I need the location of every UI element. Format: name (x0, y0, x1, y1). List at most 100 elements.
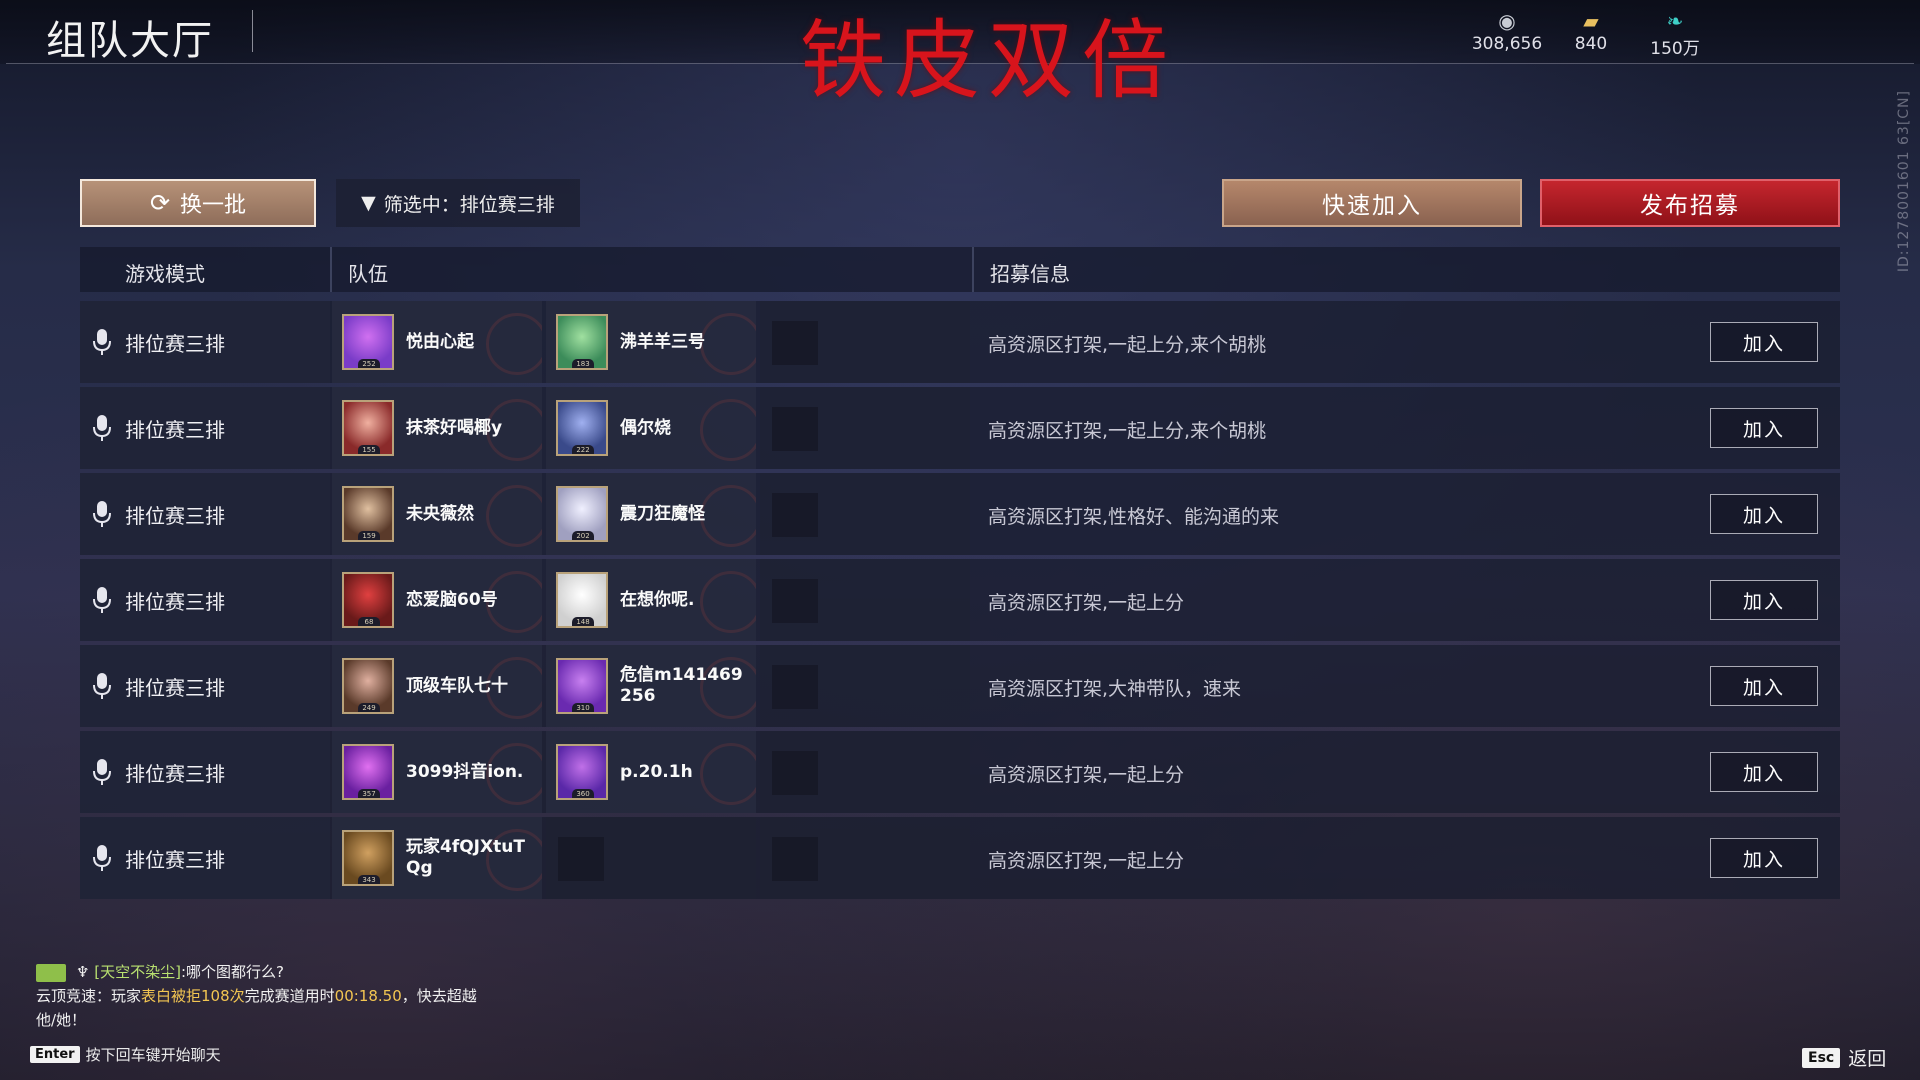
avatar[interactable]: 222 (556, 400, 608, 456)
mode-cell: 排位赛三排 (80, 645, 330, 727)
enter-key: Enter (30, 1046, 80, 1063)
empty-slot-placeholder (772, 321, 818, 365)
team-member-slot[interactable]: 183 沸羊羊三号 (546, 301, 756, 383)
avatar[interactable]: 68 (342, 572, 394, 628)
currency-value: 150万 (1650, 39, 1700, 59)
table-row: 排位赛三排 249 顶级车队七十 310 危信m141469256 高资源区打架… (80, 645, 1840, 727)
system-text: 完成赛道用时 (244, 987, 335, 1005)
level-badge: 202 (572, 531, 594, 540)
empty-slot-placeholder (558, 837, 604, 881)
team-member-slot[interactable]: 68 恋爱脑60号 (332, 559, 542, 641)
microphone-icon (93, 673, 111, 699)
join-button[interactable]: 加入 (1710, 322, 1818, 362)
empty-slot (546, 817, 756, 899)
player-name: 沸羊羊三号 (620, 331, 705, 352)
player-name: 抹茶好喝椰y (406, 417, 503, 438)
refresh-button[interactable]: ⟳ 换一批 (80, 179, 316, 227)
level-badge: 343 (358, 875, 380, 884)
filter-icon: ▼ (361, 192, 376, 214)
recruit-info: 高资源区打架,一起上分 (988, 764, 1185, 786)
level-badge: 155 (358, 445, 380, 454)
level-badge: 249 (358, 703, 380, 712)
currency-value: 308,656 (1471, 34, 1543, 54)
team-member-slot[interactable]: 357 3099抖音ion. (332, 731, 542, 813)
avatar[interactable]: 343 (342, 830, 394, 886)
empty-slot-placeholder (772, 493, 818, 537)
chat-line: ♆ [天空不染尘]:哪个图都行么? (36, 960, 496, 984)
mode-label: 排位赛三排 (125, 590, 225, 614)
team-member-slot[interactable]: 310 危信m141469256 (546, 645, 756, 727)
team-member-slot[interactable]: 249 顶级车队七十 (332, 645, 542, 727)
join-button[interactable]: 加入 (1710, 838, 1818, 878)
join-button[interactable]: 加入 (1710, 752, 1818, 792)
page-title: 组队大厅 (46, 18, 214, 64)
recruit-info: 高资源区打架,性格好、能沟通的来 (988, 506, 1280, 528)
join-button[interactable]: 加入 (1710, 580, 1818, 620)
avatar[interactable]: 357 (342, 744, 394, 800)
world-channel-icon (36, 963, 66, 982)
empty-slot (760, 301, 970, 383)
mode-label: 排位赛三排 (125, 418, 225, 442)
level-badge: 183 (572, 359, 594, 368)
player-name: 3099抖音ion. (406, 761, 524, 782)
refresh-icon: ⟳ (149, 189, 171, 217)
empty-slot-placeholder (772, 579, 818, 623)
empty-slot-placeholder (772, 751, 818, 795)
team-member-slot[interactable]: 343 玩家4fQJXtuTQg (332, 817, 542, 899)
header-mode: 游戏模式 (125, 262, 205, 286)
join-button[interactable]: 加入 (1710, 666, 1818, 706)
recruit-info: 高资源区打架,一起上分 (988, 850, 1185, 872)
currency-coins: ◉ 308,656 (1462, 10, 1552, 54)
player-id-label: ID:1278001601 63[CN] (1896, 90, 1912, 273)
avatar[interactable]: 159 (342, 486, 394, 542)
system-message: 云顶竞速：玩家表白被拒108次完成赛道用时00:18.50，快去超越他/她！ (36, 984, 496, 1032)
avatar[interactable]: 148 (556, 572, 608, 628)
currency-feathers: ❧ 150万 (1630, 10, 1720, 59)
avatar[interactable]: 183 (556, 314, 608, 370)
mode-cell: 排位赛三排 (80, 473, 330, 555)
chat-hint[interactable]: Enter 按下回车键开始聊天 (30, 1044, 221, 1065)
player-name: p.20.1h (620, 761, 693, 782)
avatar[interactable]: 310 (556, 658, 608, 714)
empty-slot (760, 559, 970, 641)
filter-label: 筛选中：排位赛三排 (383, 193, 555, 216)
post-recruit-button[interactable]: 发布招募 (1540, 179, 1840, 227)
filter-button[interactable]: ▼ 筛选中：排位赛三排 (336, 179, 580, 227)
stream-watermark: 铁皮双倍 (800, 11, 1176, 111)
microphone-icon (93, 587, 111, 613)
table-row: 排位赛三排 252 悦由心起 183 沸羊羊三号 高资源区打架,一起上分,来个胡… (80, 301, 1840, 383)
system-highlight: 表白被拒108次 (141, 987, 245, 1005)
team-member-slot[interactable]: 252 悦由心起 (332, 301, 542, 383)
team-member-slot[interactable]: 159 未央薇然 (332, 473, 542, 555)
mode-label: 排位赛三排 (125, 504, 225, 528)
join-button[interactable]: 加入 (1710, 494, 1818, 534)
back-label: 返回 (1848, 1048, 1887, 1070)
mode-label: 排位赛三排 (125, 762, 225, 786)
avatar[interactable]: 360 (556, 744, 608, 800)
level-badge: 357 (358, 789, 380, 798)
quick-join-button[interactable]: 快速加入 (1222, 179, 1522, 227)
team-member-slot[interactable]: 202 震刀狂魔怪 (546, 473, 756, 555)
team-member-slot[interactable]: 155 抹茶好喝椰y (332, 387, 542, 469)
team-icon: ♆ (76, 963, 95, 981)
header-divider (330, 247, 332, 292)
feather-icon: ❧ (1666, 9, 1684, 33)
chat-user[interactable]: [天空不染尘] (94, 963, 181, 981)
microphone-icon (93, 759, 111, 785)
avatar[interactable]: 252 (342, 314, 394, 370)
avatar[interactable]: 249 (342, 658, 394, 714)
back-button[interactable]: Esc 返回 (1802, 1044, 1886, 1071)
team-member-slot[interactable]: 148 在想你呢. (546, 559, 756, 641)
empty-slot (760, 731, 970, 813)
enter-hint: 按下回车键开始聊天 (85, 1046, 221, 1064)
empty-slot (760, 387, 970, 469)
join-button[interactable]: 加入 (1710, 408, 1818, 448)
mode-label: 排位赛三排 (125, 848, 225, 872)
avatar[interactable]: 202 (556, 486, 608, 542)
team-member-slot[interactable]: 222 偶尔烧 (546, 387, 756, 469)
level-badge: 360 (572, 789, 594, 798)
team-member-slot[interactable]: 360 p.20.1h (546, 731, 756, 813)
player-name: 偶尔烧 (620, 417, 671, 438)
avatar[interactable]: 155 (342, 400, 394, 456)
player-name: 危信m141469256 (620, 665, 743, 706)
